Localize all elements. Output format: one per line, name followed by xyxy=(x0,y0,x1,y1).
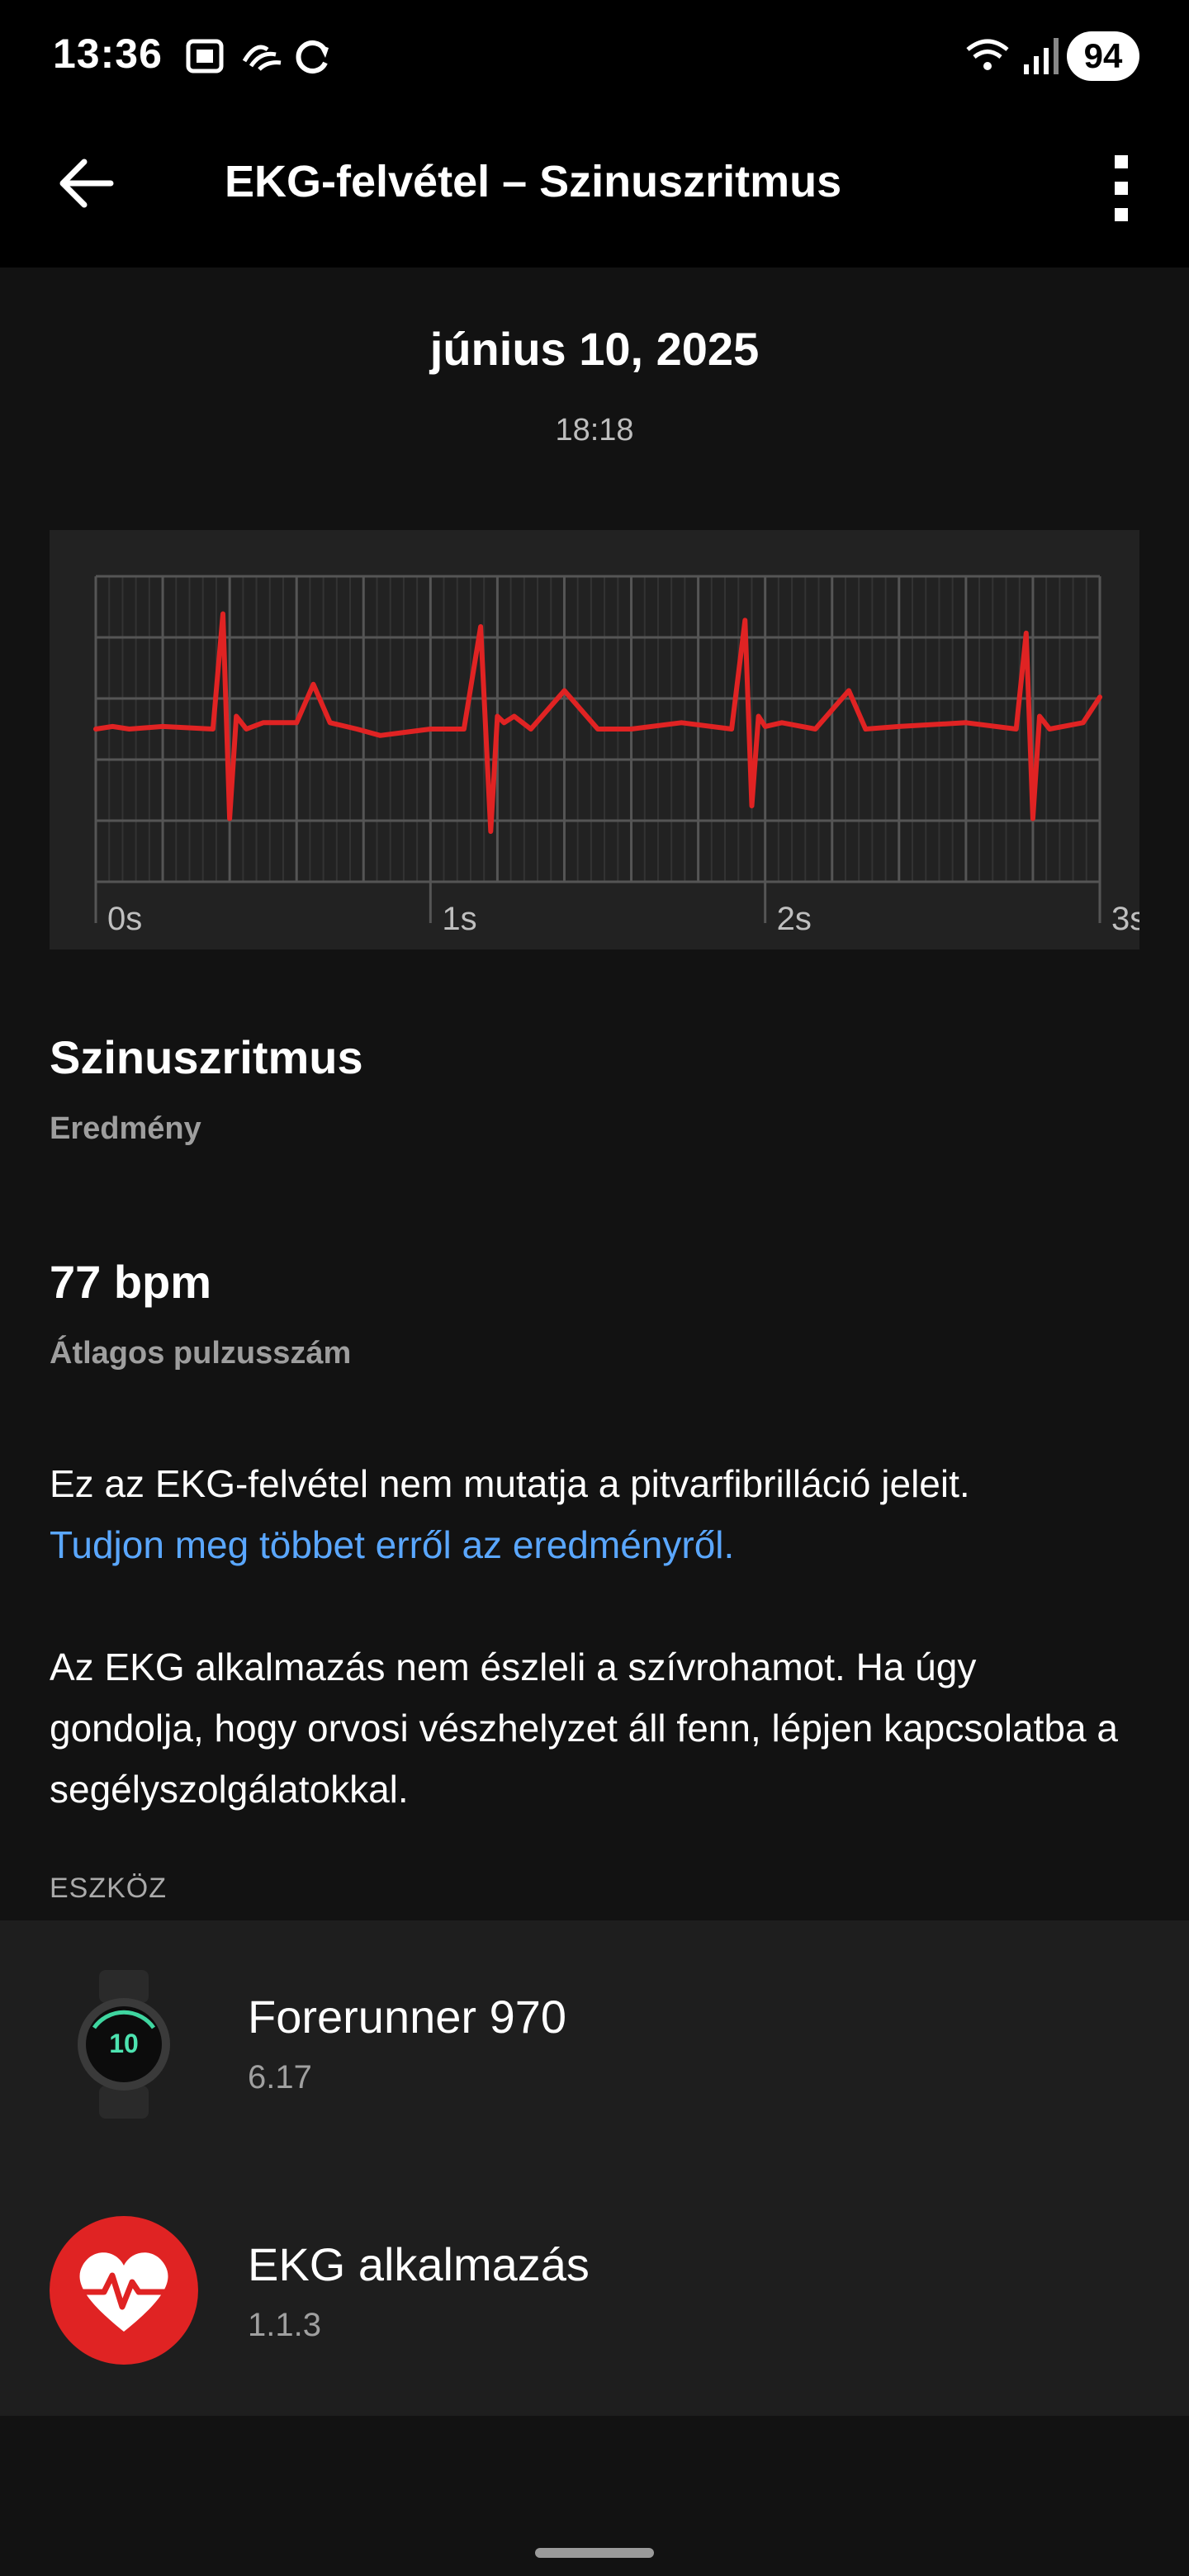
average-heart-rate: 77 bpm xyxy=(50,1256,212,1308)
activity-icon xyxy=(239,33,286,79)
screenshot-icon xyxy=(182,33,228,79)
heart-ecg-icon xyxy=(50,2216,198,2365)
more-vertical-icon xyxy=(1115,155,1128,221)
watch-face-digits: 10 xyxy=(109,2029,139,2058)
recording-time: 18:18 xyxy=(555,413,634,447)
status-bar xyxy=(0,0,1189,116)
learn-more-link[interactable]: Tudjon meg többet erről az eredményről. xyxy=(50,1523,734,1566)
emergency-warning: Az EKG alkalmazás nem észleli a szívroha… xyxy=(50,1646,1118,1811)
watch-icon: 10 xyxy=(74,1970,173,2119)
app-name: EKG alkalmazás xyxy=(248,2238,590,2290)
ecg-chart-svg: 0s 1s 2s 3s xyxy=(93,575,1139,937)
more-options-button[interactable] xyxy=(1098,149,1144,228)
x-axis-tick-label: 0s xyxy=(107,901,142,937)
device-section-label: ESZKÖZ xyxy=(50,1873,168,1904)
device-row-forerunner[interactable]: 10 Forerunner 970 6.17 xyxy=(0,1920,1189,2168)
average-heart-rate-label: Átlagos pulzusszám xyxy=(50,1336,352,1371)
wifi-icon xyxy=(964,33,1011,79)
app-version: 1.1.3 xyxy=(248,2307,321,2343)
recording-date: június 10, 2025 xyxy=(429,323,760,375)
device-list: 10 Forerunner 970 6.17 EKG alkalmazás 1.… xyxy=(0,1920,1189,2416)
device-name: Forerunner 970 xyxy=(248,1991,567,2043)
page-title: EKG-felvétel – Szinuszritmus xyxy=(225,157,842,206)
result-description-block: Ez az EKG-felvétel nem mutatja a pitvarf… xyxy=(50,1453,1139,1575)
result-rhythm: Szinuszritmus xyxy=(50,1031,363,1083)
status-time: 13:36 xyxy=(53,31,163,77)
battery-indicator: 94 xyxy=(1067,31,1139,81)
arrow-left-icon xyxy=(59,159,114,208)
device-row-ekg-app[interactable]: EKG alkalmazás 1.1.3 xyxy=(0,2168,1189,2416)
ecg-chart: 0s 1s 2s 3s xyxy=(50,530,1139,949)
signal-icon xyxy=(1019,33,1065,79)
result-description: Ez az EKG-felvétel nem mutatja a pitvarf… xyxy=(50,1462,970,1505)
back-button[interactable] xyxy=(53,149,122,218)
sync-icon xyxy=(289,33,335,79)
result-rhythm-label: Eredmény xyxy=(50,1111,201,1146)
chart-series-layer xyxy=(93,611,1102,834)
ecg-series-line xyxy=(93,611,1102,834)
x-axis-tick-label: 3s xyxy=(1111,901,1139,937)
chart-x-axis: 0s 1s 2s 3s xyxy=(94,882,1139,937)
home-indicator[interactable] xyxy=(535,2548,654,2558)
x-axis-tick-label: 2s xyxy=(777,901,812,937)
x-axis-tick-label: 1s xyxy=(442,901,476,937)
device-version: 6.17 xyxy=(248,2059,312,2095)
